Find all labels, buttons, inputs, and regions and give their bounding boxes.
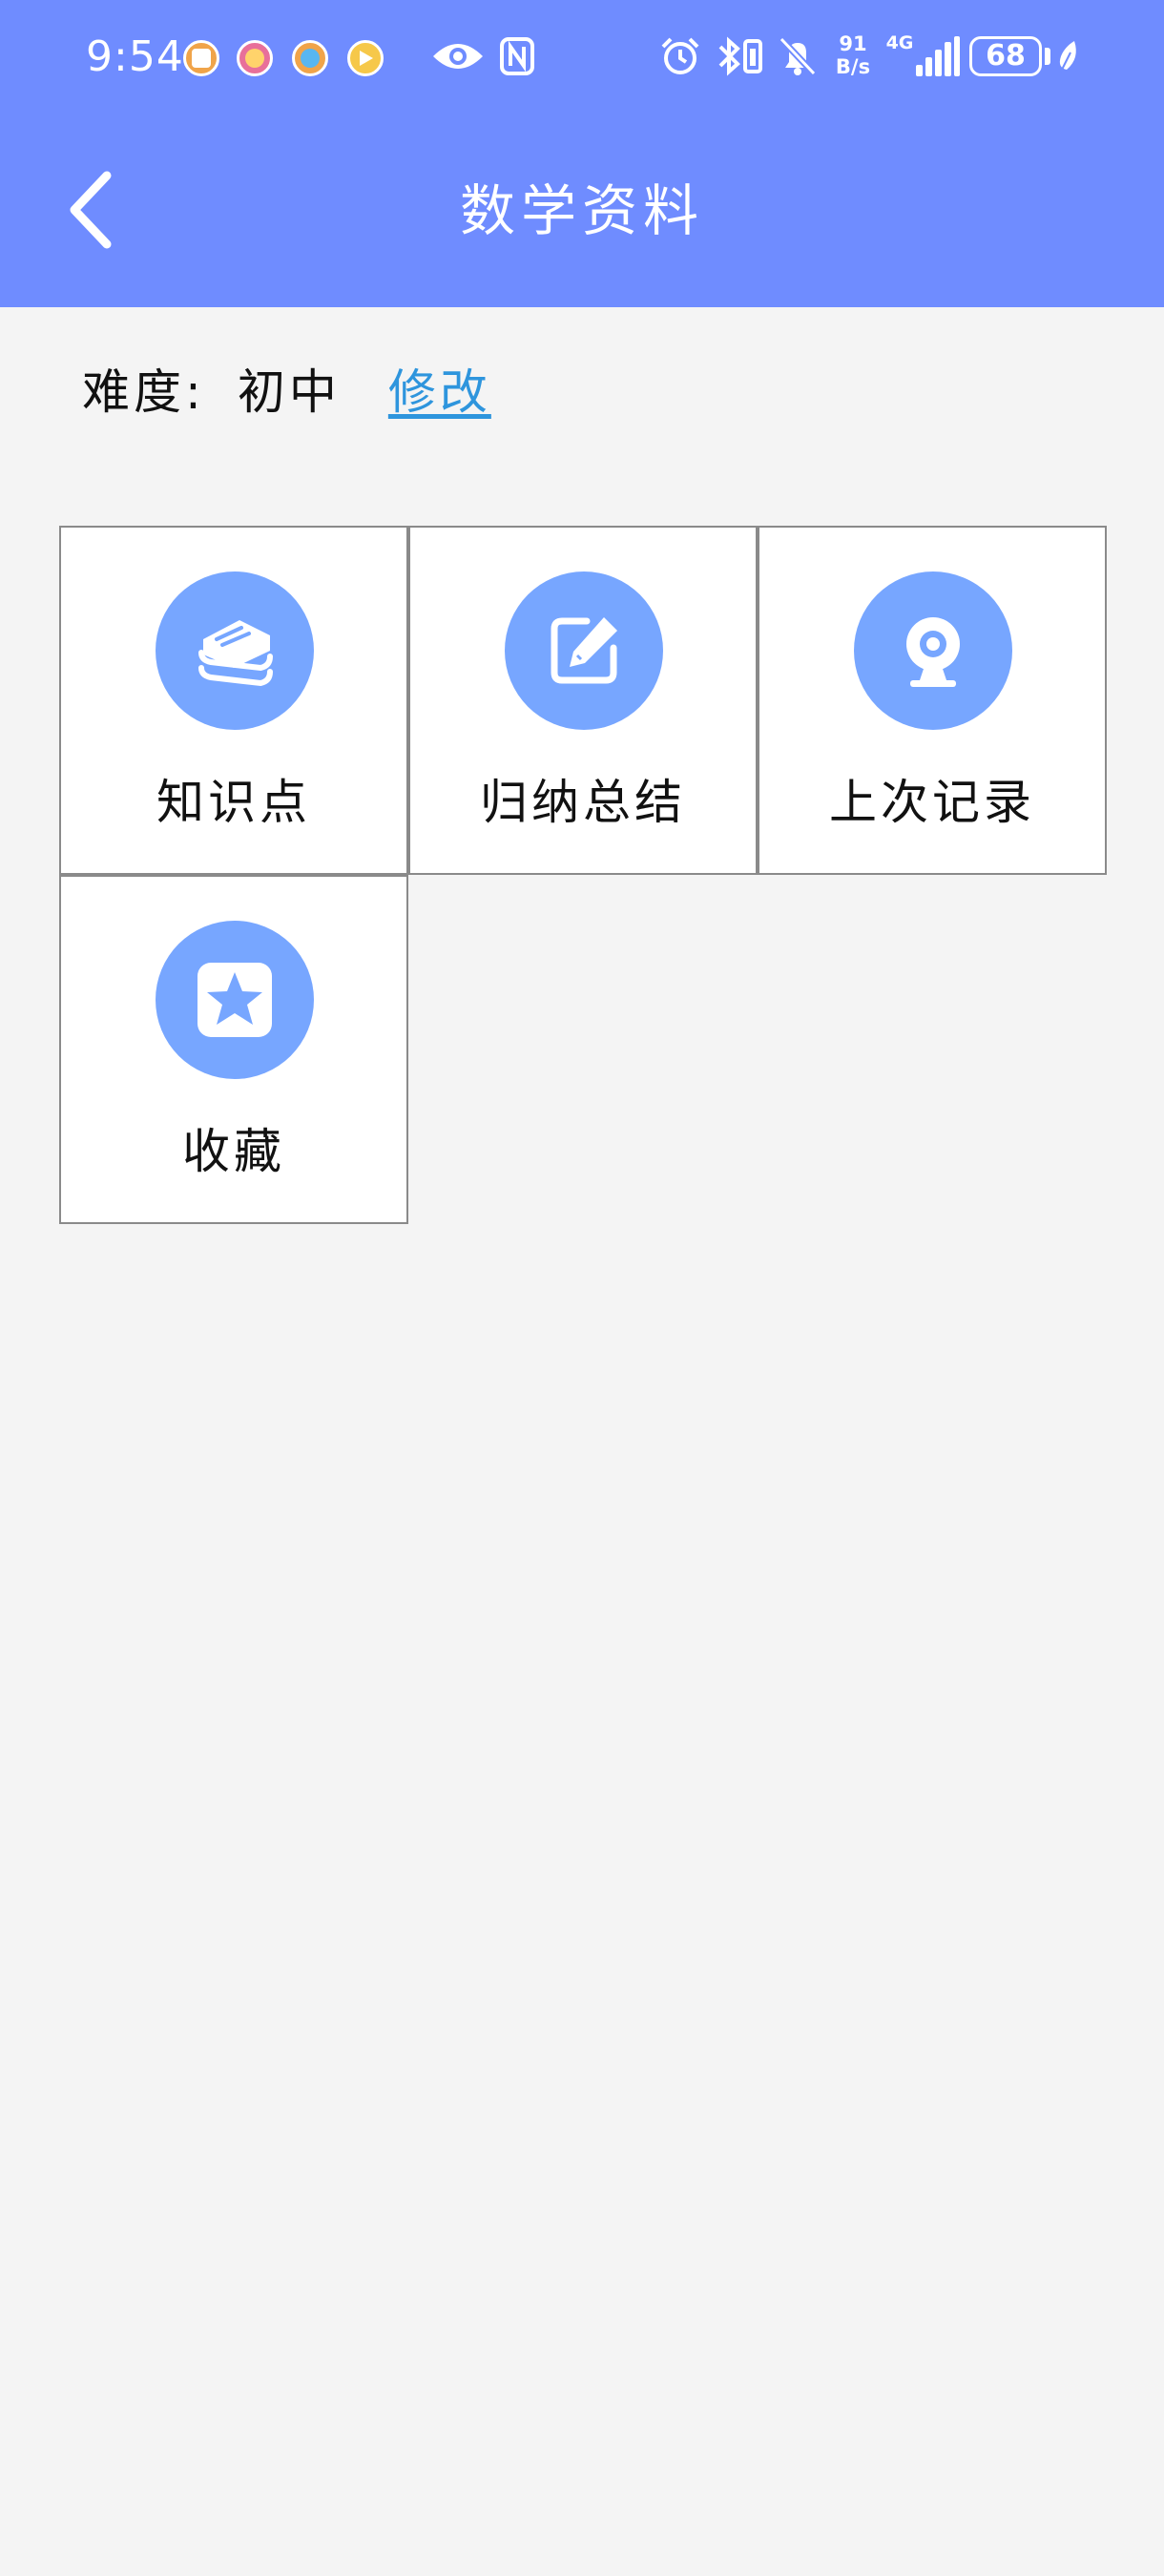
menu-item-label: 收藏 bbox=[182, 1124, 285, 1179]
menu-item-summary[interactable]: 归纳总结 bbox=[408, 526, 758, 875]
eye-icon bbox=[431, 32, 485, 80]
video-app-icon bbox=[347, 40, 384, 76]
signal-strength-icon bbox=[914, 36, 960, 76]
battery-tip bbox=[1045, 48, 1050, 65]
map-app-icon bbox=[292, 40, 328, 76]
chevron-left-icon bbox=[70, 171, 112, 249]
edit-note-icon bbox=[505, 571, 663, 730]
status-time: 9:54 bbox=[86, 32, 184, 81]
network-speed: 91 B/s bbox=[832, 32, 874, 78]
menu-item-last-record[interactable]: 上次记录 bbox=[758, 526, 1107, 875]
difficulty-row: 难度: 初中 修改 bbox=[82, 355, 491, 422]
battery-indicator: 68 bbox=[969, 36, 1042, 76]
star-icon bbox=[156, 921, 314, 1079]
bluetooth-icon bbox=[714, 32, 767, 80]
app-header: 9:54 91 B/s 4G 68 数学资料 bbox=[0, 0, 1164, 307]
leaf-icon bbox=[1053, 32, 1082, 80]
menu-item-label: 知识点 bbox=[156, 775, 311, 830]
books-icon bbox=[156, 571, 314, 730]
network-type: 4G bbox=[885, 32, 914, 53]
difficulty-value: 初中 bbox=[237, 364, 341, 420]
network-speed-unit: B/s bbox=[835, 55, 871, 78]
difficulty-label: 难度: bbox=[82, 364, 205, 420]
back-button[interactable] bbox=[48, 162, 134, 258]
menu-item-favorites[interactable]: 收藏 bbox=[59, 875, 408, 1224]
nfc-icon bbox=[498, 32, 536, 80]
page-title: 数学资料 bbox=[459, 178, 704, 243]
photo-app-icon bbox=[183, 40, 219, 76]
mute-bell-icon bbox=[777, 32, 819, 80]
menu-item-label: 归纳总结 bbox=[480, 775, 686, 830]
edit-difficulty-link[interactable]: 修改 bbox=[388, 354, 491, 423]
menu-item-knowledge-points[interactable]: 知识点 bbox=[59, 526, 408, 875]
webcam-icon bbox=[854, 571, 1012, 730]
shop-app-icon bbox=[237, 40, 273, 76]
network-speed-value: 91 bbox=[839, 32, 867, 55]
alarm-icon bbox=[658, 32, 702, 80]
menu-item-label: 上次记录 bbox=[829, 775, 1035, 830]
title-bar: 数学资料 bbox=[0, 134, 1164, 286]
status-bar: 9:54 91 B/s 4G 68 bbox=[0, 0, 1164, 114]
